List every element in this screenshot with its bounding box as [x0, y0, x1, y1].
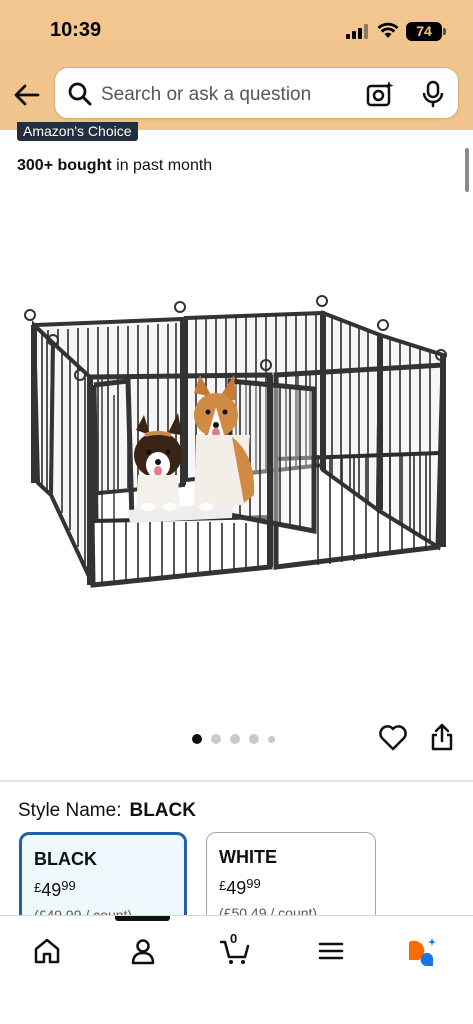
share-icon[interactable] [428, 722, 456, 752]
menu-icon[interactable] [316, 936, 346, 966]
cart-icon[interactable] [220, 936, 250, 966]
home-icon[interactable] [32, 936, 62, 966]
product-image[interactable] [18, 285, 458, 590]
search-placeholder: Search or ask a question [101, 84, 312, 105]
rufus-assistant-icon[interactable] [407, 936, 437, 966]
pagination-dot[interactable] [211, 734, 221, 744]
bought-count: 300+ bought [17, 157, 112, 174]
microphone-icon[interactable] [421, 80, 445, 108]
section-divider [0, 780, 473, 782]
camera-icon[interactable] [366, 80, 394, 108]
pagination-dot[interactable] [230, 734, 240, 744]
style-option-name: BLACK [34, 849, 97, 869]
pagination-dot[interactable] [268, 735, 275, 743]
status-time: 10:39 [50, 19, 102, 41]
bought-period: in past month [111, 157, 213, 174]
price-pence: 99 [246, 876, 261, 891]
price-pounds: 49 [226, 878, 247, 898]
style-option-name: WHITE [219, 847, 277, 867]
app-header: 10:39 74 Search or ask a question [0, 0, 473, 130]
back-arrow-icon[interactable] [10, 78, 44, 112]
style-option-price: £4999 [219, 876, 363, 899]
bought-in-past-month: 300+ bought in past month [17, 157, 212, 175]
panel-right-back [321, 310, 383, 514]
style-selected-value: BLACK [129, 800, 196, 821]
price-pounds: 49 [41, 880, 62, 900]
image-pagination[interactable] [192, 733, 275, 745]
account-icon[interactable] [128, 936, 158, 966]
search-icon [68, 82, 92, 106]
amazons-choice-badge: Amazon's Choice [17, 122, 138, 141]
pagination-dot[interactable] [192, 734, 202, 744]
battery-indicator: 74 [406, 22, 446, 41]
bottom-navigation: 0 [0, 915, 473, 1024]
wishlist-heart-icon[interactable] [378, 724, 408, 752]
style-label-text: Style Name: [18, 800, 122, 821]
style-option-price: £4999 [34, 878, 172, 901]
scrollbar[interactable] [465, 148, 469, 192]
active-tab-indicator [115, 916, 170, 921]
wifi-icon [377, 22, 399, 38]
price-pence: 99 [61, 878, 76, 893]
pagination-dot[interactable] [249, 734, 259, 744]
style-name-label: Style Name: BLACK [18, 800, 196, 822]
status-bar: 10:39 74 [0, 0, 473, 62]
search-input[interactable]: Search or ask a question [54, 67, 459, 119]
cellular-signal-icon [346, 24, 368, 39]
